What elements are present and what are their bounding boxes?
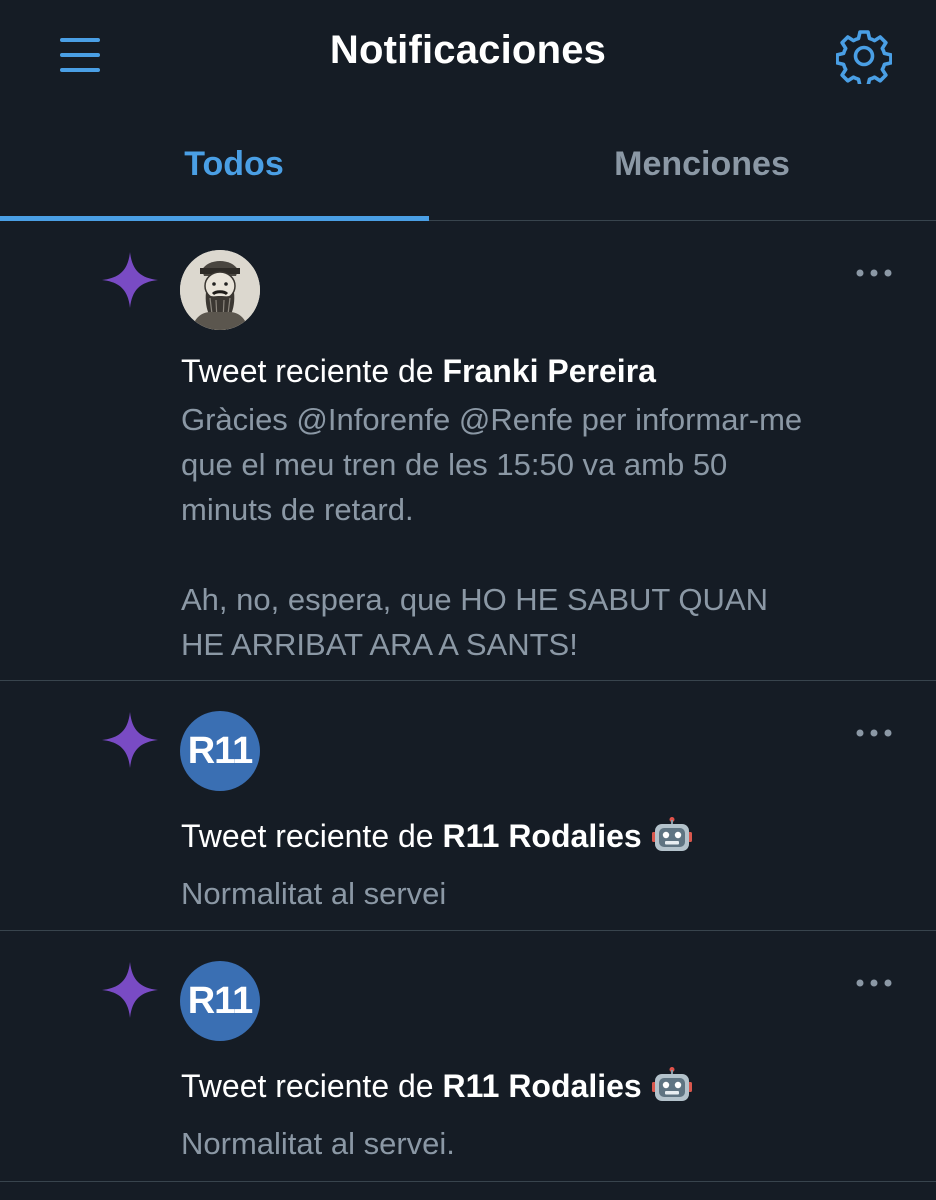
gear-icon[interactable]: [836, 28, 892, 84]
headline-prefix: Tweet reciente de: [181, 353, 443, 389]
notification-headline: Tweet reciente de Franki Pereira: [181, 353, 656, 390]
notification-item[interactable]: R11 Tweet reciente de R11 Rodalies Norma…: [0, 931, 936, 1182]
more-options-icon[interactable]: [852, 973, 896, 993]
notification-headline: Tweet reciente de R11 Rodalies: [181, 817, 692, 855]
headline-prefix: Tweet reciente de: [181, 1068, 443, 1104]
notification-item[interactable]: Tweet reciente de Franki Pereira Gràcies…: [0, 221, 936, 681]
author-name[interactable]: R11 Rodalies: [442, 818, 641, 854]
tab-menciones[interactable]: Menciones: [468, 110, 936, 218]
more-options-icon[interactable]: [852, 723, 896, 743]
more-options-icon[interactable]: [852, 263, 896, 283]
sparkle-icon: [102, 962, 158, 1018]
headline-prefix: Tweet reciente de: [181, 818, 443, 854]
notification-tabs: Todos Menciones: [0, 110, 936, 221]
tweet-line: Gràcies @Inforenfe @Renfe per informar-m…: [181, 402, 803, 437]
author-name[interactable]: R11 Rodalies: [442, 1068, 641, 1104]
tweet-line: que el meu tren de les 15:50 va amb 50: [181, 447, 728, 482]
tweet-text: Normalitat al servei.: [181, 1126, 455, 1161]
tab-todos[interactable]: Todos: [0, 110, 468, 218]
notification-headline: Tweet reciente de R11 Rodalies: [181, 1067, 692, 1105]
sparkle-icon: [102, 252, 158, 308]
avatar[interactable]: R11: [180, 711, 260, 791]
tweet-text: Normalitat al servei: [181, 876, 447, 911]
tweet-text: Gràcies @Inforenfe @Renfe per informar-m…: [181, 397, 901, 667]
notification-item[interactable]: R11 Tweet reciente de R11 Rodalies Norma…: [0, 681, 936, 931]
author-name[interactable]: Franki Pereira: [442, 353, 655, 389]
avatar-illustration: [180, 250, 260, 330]
avatar[interactable]: R11: [180, 961, 260, 1041]
tweet-line: HE ARRIBAT ARA A SANTS!: [181, 627, 578, 662]
top-bar: Notificaciones: [0, 0, 936, 110]
page-title: Notificaciones: [329, 28, 607, 72]
robot-icon: [651, 817, 692, 851]
sparkle-icon: [102, 712, 158, 768]
robot-icon: [651, 1067, 692, 1101]
avatar[interactable]: [180, 250, 260, 330]
tweet-line: Ah, no, espera, que HO HE SABUT QUAN: [181, 582, 768, 617]
tweet-line: minuts de retard.: [181, 492, 414, 527]
